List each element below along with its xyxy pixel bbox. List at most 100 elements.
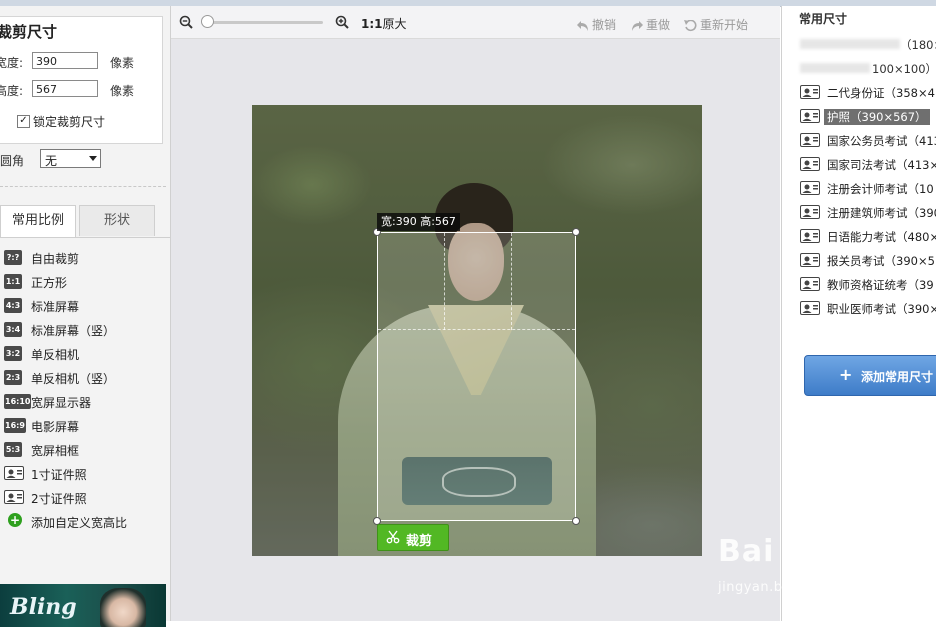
ratio-badge: 3:4: [4, 322, 22, 337]
blurred-text: [800, 39, 900, 49]
ratio-item-5-3[interactable]: 5:3 宽屏相框: [4, 441, 164, 461]
actual-size-button[interactable]: 1:1原大: [361, 15, 407, 32]
ratio-label: 宽屏显示器: [31, 396, 92, 410]
redo-button[interactable]: 重做: [630, 16, 670, 33]
banner-text: Bling: [10, 594, 77, 620]
size-item-judicial[interactable]: 国家司法考试（413×: [800, 155, 936, 175]
crop-handle-top-right[interactable]: [572, 228, 580, 236]
crop-button[interactable]: 裁剪: [377, 524, 449, 551]
add-custom-ratio[interactable]: + 添加自定义宽高比: [4, 513, 164, 533]
size-item-physician[interactable]: 职业医师考试（390×: [800, 299, 936, 319]
size-item-label: 报关员考试（390×5: [827, 254, 935, 268]
corner-select[interactable]: 无: [40, 149, 101, 168]
ratio-label: 添加自定义宽高比: [31, 516, 128, 530]
size-item[interactable]: （180×: [800, 35, 936, 55]
size-item-label: 教师资格证统考（39: [827, 278, 934, 292]
zoom-in-icon[interactable]: [335, 15, 349, 29]
height-label: 高度:: [0, 84, 24, 98]
zoom-slider-handle[interactable]: [201, 15, 214, 28]
ratio-label: 1寸证件照: [31, 468, 87, 482]
id-card-icon: [800, 109, 820, 123]
size-item-label: 职业医师考试（390×: [827, 302, 936, 316]
id-card-icon: [800, 85, 820, 99]
size-item-architect[interactable]: 注册建筑师考试（390: [800, 203, 936, 223]
ratio-badge: 1:1: [4, 274, 22, 289]
zoom-out-icon[interactable]: [179, 15, 193, 29]
corner-label: 圆角: [0, 154, 25, 168]
size-item-label: 护照（390×567）: [824, 109, 930, 125]
plus-icon: +: [8, 513, 22, 527]
undo-button[interactable]: 撤销: [576, 16, 616, 33]
id-card-icon: [800, 181, 820, 195]
redo-icon: [632, 21, 643, 31]
size-item-passport[interactable]: 护照（390×567）: [800, 107, 936, 127]
ratio-item-3-4[interactable]: 3:4 标准屏幕（竖）: [4, 321, 164, 341]
id-card-icon: [800, 133, 820, 147]
size-item-label: 国家公务员考试（413: [827, 134, 936, 148]
crop-guide-line: [378, 329, 575, 330]
height-input[interactable]: 567: [32, 80, 98, 97]
size-item-civil-service[interactable]: 国家公务员考试（413: [800, 131, 936, 151]
ratio-item-2-3[interactable]: 2:3 单反相机（竖）: [4, 369, 164, 389]
divider: [0, 186, 166, 187]
ratio-label: 2寸证件照: [31, 492, 87, 506]
ratio-item-square[interactable]: 1:1 正方形: [4, 273, 164, 293]
ratio-badge: 3:2: [4, 346, 22, 361]
ratio-label: 自由裁剪: [31, 252, 80, 266]
ratio-label: 单反相机: [31, 348, 80, 362]
ratio-badge: 5:3: [4, 442, 22, 457]
size-item-label: 日语能力考试（480×: [827, 230, 936, 244]
chevron-down-icon: [89, 156, 97, 161]
size-item-teacher[interactable]: 教师资格证统考（39: [800, 275, 936, 295]
zoom-slider-track[interactable]: [205, 21, 323, 24]
ratio-item-16-9[interactable]: 16:9 电影屏幕: [4, 417, 164, 437]
crop-guide-line: [444, 233, 445, 330]
restart-icon: [684, 19, 697, 32]
ratio-badge: ?:?: [4, 250, 22, 265]
add-common-size-button[interactable]: + 添加常用尺寸: [804, 355, 936, 396]
undo-icon: [577, 21, 588, 31]
ratio-tabs: 常用比例 形状: [0, 205, 170, 238]
size-item-label: 100×100）: [872, 62, 936, 76]
toolbar: 1:1原大 撤销 重做 重新开始: [171, 6, 780, 39]
actual-size-ratio: 1:1: [361, 17, 383, 31]
banner-image: [100, 588, 146, 627]
tab-shape[interactable]: 形状: [79, 205, 155, 236]
lock-size-checkbox[interactable]: ✓: [17, 115, 30, 128]
scissors-icon: [386, 530, 400, 544]
crop-selection[interactable]: [373, 228, 580, 525]
ratio-item-free[interactable]: ?:? 自由裁剪: [4, 249, 164, 269]
ratio-badge: 16:10: [4, 394, 32, 409]
width-input[interactable]: 390: [32, 52, 98, 69]
crop-handle-bottom-right[interactable]: [572, 517, 580, 525]
id-card-icon: [4, 490, 24, 504]
id-card-icon: [4, 466, 24, 480]
tab-common-ratio[interactable]: 常用比例: [0, 205, 76, 237]
size-item[interactable]: 100×100）: [800, 59, 936, 79]
restart-button[interactable]: 重新开始: [684, 16, 748, 33]
ratio-item-4-3[interactable]: 4:3 标准屏幕: [4, 297, 164, 317]
crop-guide-line: [511, 233, 512, 330]
size-item-jlpt[interactable]: 日语能力考试（480×: [800, 227, 936, 247]
size-item-id-card[interactable]: 二代身份证（358×4: [800, 83, 936, 103]
plus-icon: +: [839, 365, 853, 384]
id-card-icon: [800, 229, 820, 243]
ratio-item-2inch-photo[interactable]: 2寸证件照: [4, 489, 164, 509]
lock-size-label: 锁定裁剪尺寸: [33, 115, 106, 129]
id-card-icon: [800, 205, 820, 219]
undo-label: 撤销: [592, 18, 617, 32]
width-unit: 像素: [110, 56, 135, 70]
right-panel: 常用尺寸 （180× 100×100） 二代身份证（358×4 护照（390×5…: [781, 6, 936, 621]
size-item-label: 国家司法考试（413×: [827, 158, 936, 172]
add-common-size-label: 添加常用尺寸: [861, 370, 934, 384]
ratio-item-1inch-photo[interactable]: 1寸证件照: [4, 465, 164, 485]
ratio-label: 正方形: [31, 276, 68, 290]
ratio-label: 宽屏相框: [31, 444, 80, 458]
size-item-customs[interactable]: 报关员考试（390×5: [800, 251, 936, 271]
ratio-label: 电影屏幕: [31, 420, 80, 434]
canvas-area: 1:1原大 撤销 重做 重新开始 宽:390 高:567 裁剪: [171, 6, 780, 621]
height-unit: 像素: [110, 84, 135, 98]
size-item-cpa[interactable]: 注册会计师考试（10: [800, 179, 936, 199]
ratio-item-3-2[interactable]: 3:2 单反相机: [4, 345, 164, 365]
ratio-item-16-10[interactable]: 16:10 宽屏显示器: [4, 393, 164, 413]
